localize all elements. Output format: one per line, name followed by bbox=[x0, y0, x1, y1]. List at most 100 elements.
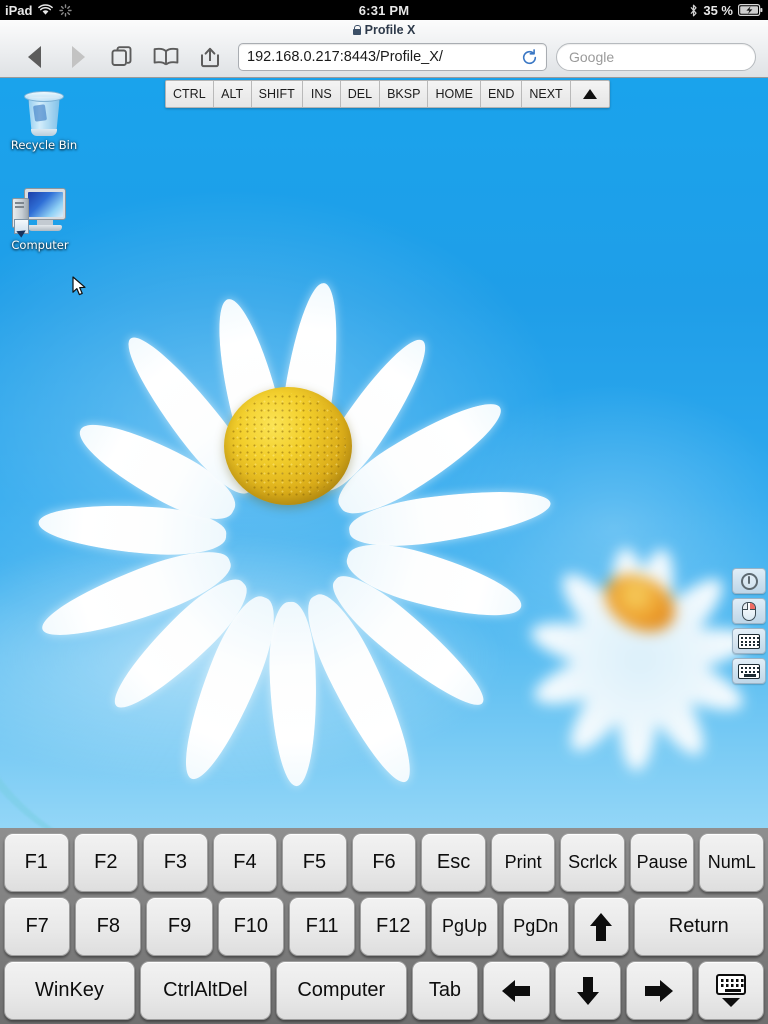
key-hide-keyboard[interactable] bbox=[697, 961, 764, 1020]
key-f8[interactable]: F8 bbox=[75, 897, 142, 956]
modkey-label: END bbox=[487, 87, 515, 101]
key-ctrlaltdel[interactable]: CtrlAltDel bbox=[139, 961, 271, 1020]
tab-title-text: Profile X bbox=[364, 23, 416, 37]
modkey-end[interactable]: END bbox=[480, 81, 523, 107]
desktop-icon-computer[interactable]: Computer bbox=[0, 188, 84, 252]
keyboard-toggle[interactable] bbox=[732, 628, 766, 654]
key-print[interactable]: Print bbox=[490, 833, 556, 892]
extended-keyboard-toggle[interactable] bbox=[732, 658, 766, 684]
key-f10[interactable]: F10 bbox=[217, 897, 284, 956]
key-label: F2 bbox=[94, 851, 118, 873]
remote-desktop-canvas[interactable]: Recycle Bin Computer bbox=[0, 78, 768, 828]
keyboard-row-3: WinKey CtrlAltDel Computer Tab bbox=[4, 961, 764, 1020]
key-numlock[interactable]: NumL bbox=[699, 833, 765, 892]
hide-keyboard-icon bbox=[715, 974, 746, 1007]
key-f9[interactable]: F9 bbox=[146, 897, 213, 956]
key-label: Scrlck bbox=[568, 852, 618, 872]
share-icon bbox=[201, 47, 219, 68]
key-pause[interactable]: Pause bbox=[629, 833, 695, 892]
modkey-label: NEXT bbox=[529, 87, 563, 101]
modkey-ins[interactable]: INS bbox=[302, 81, 341, 107]
key-f2[interactable]: F2 bbox=[73, 833, 139, 892]
desktop-icon-recycle-bin[interactable]: Recycle Bin bbox=[0, 88, 88, 152]
tabs-button[interactable] bbox=[100, 40, 144, 74]
modkey-alt[interactable]: ALT bbox=[213, 81, 252, 107]
keyboard-icon bbox=[738, 633, 760, 649]
foreground-daisy bbox=[34, 196, 554, 793]
modkey-collapse[interactable] bbox=[570, 81, 609, 107]
key-esc[interactable]: Esc bbox=[421, 833, 486, 892]
modkey-shift[interactable]: SHIFT bbox=[251, 81, 303, 107]
key-label: NumL bbox=[707, 852, 756, 872]
back-button[interactable] bbox=[12, 40, 56, 74]
key-label: PgDn bbox=[513, 916, 559, 936]
key-arrow-left[interactable] bbox=[483, 961, 550, 1020]
modkey-label: HOME bbox=[435, 87, 473, 101]
modkey-label: INS bbox=[310, 87, 332, 101]
status-bar-time: 6:31 PM bbox=[358, 2, 410, 18]
desktop-icon-label: Recycle Bin bbox=[10, 138, 78, 152]
address-bar[interactable]: 192.168.0.217:8443/Profile_X/ bbox=[238, 43, 547, 71]
arrow-left-icon bbox=[502, 979, 531, 1002]
tabs-icon bbox=[111, 46, 132, 66]
key-label: F10 bbox=[233, 915, 269, 937]
arrow-down-icon bbox=[576, 976, 599, 1005]
key-label: F6 bbox=[372, 851, 396, 873]
key-pagedown[interactable]: PgDn bbox=[502, 897, 569, 956]
arrow-up-icon bbox=[590, 912, 613, 941]
browser-toolbar: 192.168.0.217:8443/Profile_X/ Google bbox=[0, 38, 768, 76]
key-label: F4 bbox=[233, 851, 257, 873]
key-label: Pause bbox=[636, 852, 688, 872]
bookmarks-button[interactable] bbox=[144, 40, 188, 74]
key-tab[interactable]: Tab bbox=[411, 961, 479, 1020]
modkey-label: SHIFT bbox=[258, 87, 295, 101]
key-f4[interactable]: F4 bbox=[212, 833, 278, 892]
key-arrow-right[interactable] bbox=[626, 961, 693, 1020]
key-label: Tab bbox=[428, 979, 462, 1001]
modkey-home[interactable]: HOME bbox=[428, 81, 481, 107]
key-arrow-up[interactable] bbox=[573, 897, 629, 956]
forward-button[interactable] bbox=[56, 40, 100, 74]
key-label: F5 bbox=[302, 851, 327, 873]
forward-icon bbox=[71, 46, 85, 68]
keyboard-row-2: F7 F8 F9 F10 F11 F12 PgUp PgDn Return bbox=[4, 897, 765, 956]
key-f11[interactable]: F11 bbox=[288, 897, 356, 956]
modkey-next[interactable]: NEXT bbox=[522, 81, 571, 107]
key-pageup[interactable]: PgUp bbox=[431, 897, 498, 956]
share-button[interactable] bbox=[188, 40, 232, 74]
key-f12[interactable]: F12 bbox=[360, 897, 427, 956]
key-f6[interactable]: F6 bbox=[351, 833, 417, 892]
battery-percent: 35 % bbox=[703, 2, 733, 18]
key-f7[interactable]: F7 bbox=[4, 897, 71, 956]
page-tab-title: Profile X bbox=[0, 20, 768, 40]
on-screen-keyboard: F1 F2 F3 F4 F5 F6 Esc Print Scrlck Pause… bbox=[0, 828, 768, 1024]
key-f5[interactable]: F5 bbox=[282, 833, 347, 892]
up-triangle-icon bbox=[582, 89, 597, 99]
modkey-del[interactable]: DEL bbox=[340, 81, 381, 107]
key-return[interactable]: Return bbox=[633, 897, 765, 956]
lock-icon bbox=[352, 25, 362, 35]
right-click-toggle[interactable] bbox=[732, 598, 766, 624]
key-label: Return bbox=[668, 915, 729, 937]
key-arrow-down[interactable] bbox=[554, 961, 622, 1020]
key-label: F9 bbox=[167, 915, 192, 937]
bookmarks-icon bbox=[153, 47, 179, 66]
status-bar-right: 35 % bbox=[689, 3, 763, 18]
modkey-label: BKSP bbox=[387, 87, 421, 101]
key-scrlck[interactable]: Scrlck bbox=[560, 833, 625, 892]
modkey-label: CTRL bbox=[173, 87, 206, 101]
key-f1[interactable]: F1 bbox=[4, 833, 69, 892]
key-label: F1 bbox=[24, 851, 48, 873]
key-computer[interactable]: Computer bbox=[275, 961, 407, 1020]
reload-icon[interactable] bbox=[521, 48, 538, 66]
ipad-remote-desktop-screen: iPad 6:31 PM 35 % Profile X 192.168.0.21… bbox=[0, 0, 768, 1024]
power-button[interactable] bbox=[732, 568, 766, 594]
mouse-icon bbox=[742, 601, 756, 621]
key-label: F11 bbox=[305, 915, 339, 937]
keyboard-extended-icon bbox=[738, 663, 760, 679]
key-winkey[interactable]: WinKey bbox=[4, 961, 135, 1020]
modkey-bksp[interactable]: BKSP bbox=[380, 81, 429, 107]
modkey-ctrl[interactable]: CTRL bbox=[166, 81, 214, 107]
search-field[interactable]: Google bbox=[556, 43, 756, 71]
key-f3[interactable]: F3 bbox=[143, 833, 208, 892]
